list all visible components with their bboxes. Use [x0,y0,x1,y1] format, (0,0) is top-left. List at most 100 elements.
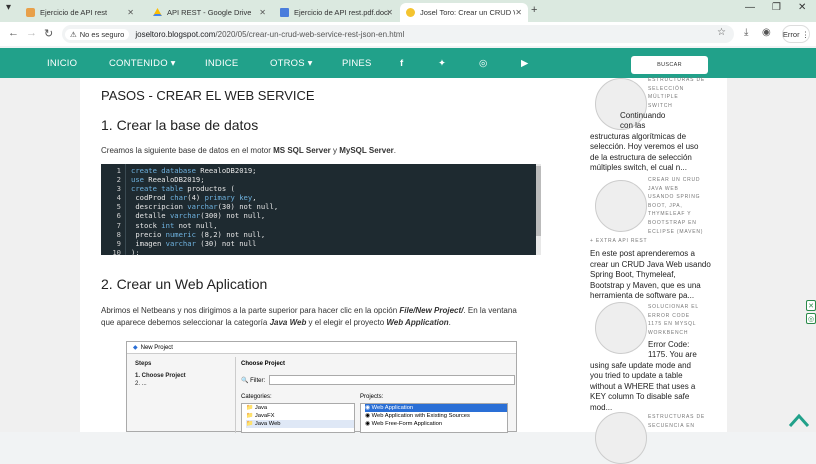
code-scrollbar-thumb[interactable] [536,166,541,236]
error-label: Error [782,29,800,39]
new-tab-icon[interactable]: + [531,4,537,16]
text-line: SOLUCIONAR EL [648,304,699,310]
tab-search-icon[interactable]: ▾ [6,2,11,13]
post-thumbnail-3[interactable] [595,302,647,354]
tab-1[interactable]: Ejercicio de API rest ✕ [20,3,140,22]
instagram-icon[interactable]: ◎ [479,58,488,69]
twitter-icon[interactable]: ✦ [438,58,446,69]
text-line: 8 [116,229,121,239]
text-line: SECUENCIA EN [648,422,695,429]
nav-inicio[interactable]: INICIO [47,58,77,69]
docs-icon [280,8,289,17]
post-title-small-1[interactable]: ESTRUCTURAS DE SELECCIÓN MÚLTIPLE SWITCH [648,76,705,110]
back-icon[interactable]: ← [8,27,19,39]
text-line: 7 [116,220,121,230]
step-1: 1. Choose Project [135,373,186,379]
text-line: KEY column To disable safe [590,392,690,402]
text-line: Bootstrap y Maven, que es una [590,280,701,290]
filter-label: 🔍 Filter: [241,378,266,384]
maximize-icon[interactable]: ❐ [772,2,781,13]
nav-pines[interactable]: PINES [342,58,372,69]
search-icon: 🔍 [241,378,249,384]
security-label: No es seguro [79,29,125,39]
address-bar[interactable]: ⚠ No es seguro joseltoro.blogspot.com/20… [62,25,734,43]
nav-otros[interactable]: OTROS ▾ [270,58,313,69]
text-line: 2 [116,175,121,185]
tab-title: Ejercicio de API rest [40,8,108,17]
post-title-small-2[interactable]: CREAR UN CRUD JAVA WEB USANDO SPRING BOOT, … [648,176,703,236]
error-button[interactable]: Error ⋮ [782,25,810,43]
text-line: JAVA WEB [648,185,679,192]
post-thumbnail-4[interactable] [595,412,647,464]
minimize-icon[interactable]: — [745,2,755,13]
text-line: Continuando [620,111,666,120]
chevron-down-icon: ▾ [307,58,313,69]
category-item: 📁 Java [246,405,268,411]
forward-icon[interactable]: → [26,27,37,39]
text-line: 4 [116,193,121,203]
text-line: 6 [116,211,121,221]
text-line: SWITCH [648,102,673,109]
category-item-selected: 📁 Java Web [246,420,354,428]
close-icon[interactable]: ✕ [127,8,134,17]
extension-button-close[interactable]: ✕ [806,300,816,311]
text-line: de la estructura de selección [590,152,692,162]
nav-indice[interactable]: INDICE [205,58,238,69]
text-line: you tried to update a table [590,371,683,381]
text-line: En este post aprenderemos a [590,249,695,259]
close-icon[interactable]: ✕ [386,8,393,17]
bookmark-star-icon[interactable]: ☆ [717,27,726,38]
nav-contenido[interactable]: CONTENIDO ▾ [109,58,176,69]
filter-input [269,375,515,385]
text-line: estructuras algorítmicas de [590,132,687,141]
close-icon[interactable]: ✕ [259,8,266,17]
text-line: MÚLTIPLE [648,94,679,101]
text-line: Spring Boot, Thymeleaf, [590,270,676,280]
step-2: 2. ... [135,381,147,387]
text-line: Error Code: [648,340,690,349]
text-line: 1175. You are [648,350,697,360]
text-line: herramienta de software pa... [590,291,695,301]
window-close-icon[interactable]: ✕ [798,2,806,13]
reload-icon[interactable]: ↻ [44,27,53,40]
profile-icon[interactable]: ◉ [762,27,771,38]
post-thumbnail-2[interactable] [595,180,647,232]
tab-title: API REST - Google Drive [167,8,252,17]
paragraph-2: Abrimos el Netbeans y nos dirigimos a la… [101,306,517,315]
tab-strip: Ejercicio de API rest ✕ API REST - Googl… [0,0,816,22]
youtube-icon[interactable]: ▶ [521,58,529,69]
search-button[interactable]: BUSCAR [631,56,708,74]
post-excerpt-3b: using safe update mode and you tried to u… [590,361,695,413]
article-heading: PASOS - CREAR EL WEB SERVICE [101,88,315,103]
text-line: without a WHERE that uses a [590,381,696,391]
extension-button-settings[interactable]: ◎ [806,313,816,324]
post-excerpt-2: + EXTRA API REST En este post aprenderemo… [590,238,711,301]
url-text: joseltoro.blogspot.com/2020/05/crear-un-… [135,30,404,39]
text-line: 1175 EN MYSQL [648,321,697,328]
download-icon[interactable]: ⤓ [744,27,748,38]
close-icon[interactable]: ✕ [515,8,522,17]
tab-4-active[interactable]: Josel Toro: Crear un CRUD Web... ✕ [400,3,528,22]
tab-3[interactable]: Ejercicio de API rest.pdf.docx - ... ✕ [274,3,399,22]
text-line: con las [620,121,646,131]
intro-paragraph: Creamos la siguiente base de datos en el… [101,146,396,155]
blog-avatar-icon [406,8,415,17]
chevron-down-icon: ▾ [170,58,176,69]
post-excerpt-1a: Continuando con las [620,111,665,132]
facebook-icon[interactable]: f [400,58,403,69]
text-line: 9 [116,238,121,248]
text-line: using safe update mode and [590,361,691,370]
steps-panel: Steps 1. Choose Project 2. ... [135,361,230,387]
text-line: 5 [116,202,121,212]
netbeans-icon: ◆ [133,345,138,351]
text-line: ESTRUCTURAS DE [648,414,706,420]
not-secure-chip[interactable]: ⚠ No es seguro [65,28,130,40]
post-title-small-line: + EXTRA API REST [590,238,648,244]
site-navbar: INICIO CONTENIDO ▾ INDICE OTROS ▾ PINES … [0,48,816,78]
text-line: BOOTSTRAP EN [648,219,697,226]
post-title-small-4[interactable]: ESTRUCTURAS DE SECUENCIA EN [648,413,705,430]
tab-2[interactable]: API REST - Google Drive ✕ [147,3,272,22]
dialog-titlebar: ◆ New Project [127,342,516,353]
post-title-small-3[interactable]: SOLUCIONAR EL ERROR CODE 1175 EN MYSQL WORK… [648,303,699,337]
scroll-to-top-icon[interactable] [788,412,810,428]
